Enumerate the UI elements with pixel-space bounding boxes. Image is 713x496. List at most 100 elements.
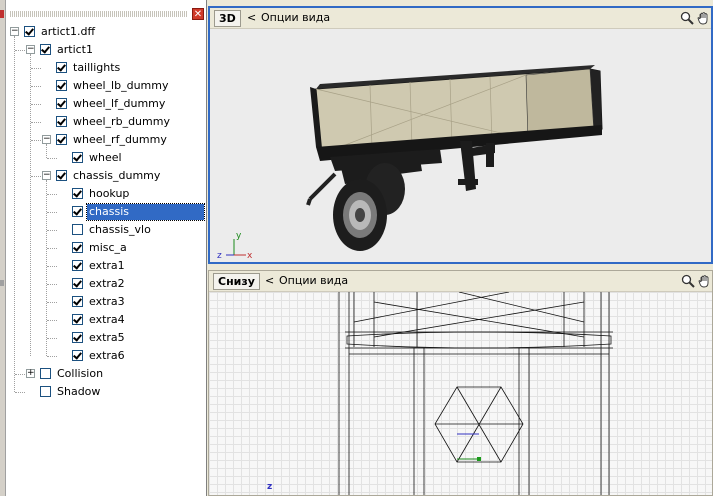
pivot-gizmo — [457, 433, 481, 461]
tree-node-label[interactable]: extra1 — [87, 258, 127, 274]
scene-bottom[interactable]: z — [209, 292, 712, 495]
tree-node-label[interactable]: extra5 — [87, 330, 127, 346]
zoom-icon[interactable] — [680, 11, 694, 25]
collapse-icon[interactable]: − — [42, 171, 51, 180]
axis-label-z: z — [267, 482, 273, 492]
visibility-checkbox[interactable] — [40, 386, 51, 397]
tree-node-label[interactable]: chassis_dummy — [71, 168, 162, 184]
view-options-link[interactable]: Опции вида — [261, 11, 330, 24]
axis-label-x: x — [247, 251, 253, 261]
tree-node-chassis-vlo[interactable]: chassis_vlo — [6, 222, 206, 238]
tree-node-shadow[interactable]: Shadow — [6, 384, 206, 400]
tree-node-artict1[interactable]: − artict1 — [6, 42, 206, 58]
visibility-checkbox[interactable] — [72, 188, 83, 199]
tree-node-label[interactable]: wheel_lf_dummy — [71, 96, 167, 112]
hand-icon[interactable] — [697, 11, 711, 25]
visibility-checkbox[interactable] — [72, 332, 83, 343]
visibility-checkbox[interactable] — [56, 98, 67, 109]
visibility-checkbox[interactable] — [56, 134, 67, 145]
tree-node-artict1-dff[interactable]: − artict1.dff — [6, 24, 206, 40]
tree-guide-line — [47, 284, 57, 285]
wireframe-model — [338, 292, 613, 495]
visibility-checkbox[interactable] — [72, 206, 83, 217]
visibility-checkbox[interactable] — [40, 368, 51, 379]
tree-node-label[interactable]: wheel_rb_dummy — [71, 114, 172, 130]
tree-node-label[interactable]: chassis_vlo — [87, 222, 153, 238]
tree-node-label[interactable]: extra6 — [87, 348, 127, 364]
view-mode-button[interactable]: Снизу — [213, 273, 260, 290]
tree-node-label[interactable]: misc_a — [87, 240, 129, 256]
tree-node-label[interactable]: hookup — [87, 186, 131, 202]
drag-grip[interactable] — [10, 11, 188, 17]
close-icon[interactable]: ✕ — [192, 8, 204, 20]
tree-node-extra1[interactable]: extra1 — [6, 258, 206, 274]
tree-node-label[interactable]: wheel_lb_dummy — [71, 78, 171, 94]
zoom-icon[interactable] — [681, 274, 695, 288]
collapse-icon[interactable]: − — [10, 27, 19, 36]
collapse-icon[interactable]: − — [42, 135, 51, 144]
tree-node-label[interactable]: wheel_rf_dummy — [71, 132, 169, 148]
view-mode-button[interactable]: 3D — [214, 10, 241, 27]
tree-node-wheel[interactable]: wheel — [6, 150, 206, 166]
visibility-checkbox[interactable] — [56, 80, 67, 91]
visibility-checkbox[interactable] — [24, 26, 35, 37]
trailer-model — [226, 65, 603, 256]
tree-node-wheel-lb-dummy[interactable]: wheel_lb_dummy — [6, 78, 206, 94]
tree-node-label[interactable]: Collision — [55, 366, 105, 382]
hand-icon[interactable] — [698, 274, 712, 288]
tree-node-extra2[interactable]: extra2 — [6, 276, 206, 292]
tree-node-chassis[interactable]: chassis — [6, 203, 206, 221]
tree-node-label[interactable]: extra3 — [87, 294, 127, 310]
hierarchy-tree: − artict1.dff − artict1 taillights wheel_lb_d… — [6, 24, 206, 484]
strip-marker — [0, 280, 4, 286]
trailer-body — [310, 65, 603, 161]
tree-node-label[interactable]: Shadow — [55, 384, 102, 400]
tree-node-hookup[interactable]: hookup — [6, 186, 206, 202]
tree-guide-line — [47, 302, 57, 303]
tree-guide-line — [47, 194, 57, 195]
visibility-checkbox[interactable] — [56, 116, 67, 127]
tree-node-label[interactable]: artict1 — [55, 42, 95, 58]
visibility-checkbox[interactable] — [72, 224, 83, 235]
tree-node-label[interactable]: extra4 — [87, 312, 127, 328]
tree-node-extra5[interactable]: extra5 — [6, 330, 206, 346]
view-options-arrow[interactable]: < — [247, 11, 256, 24]
view-options-arrow[interactable]: < — [265, 274, 274, 287]
axis-label-y: y — [236, 231, 242, 241]
expand-icon[interactable]: + — [26, 369, 35, 378]
visibility-checkbox[interactable] — [72, 350, 83, 361]
tree-node-label[interactable]: extra2 — [87, 276, 127, 292]
viewport-3d[interactable]: 3D < Опции вида y z x — [208, 6, 713, 264]
tree-guide-line — [15, 50, 25, 51]
tree-node-label[interactable]: wheel — [87, 150, 124, 166]
visibility-checkbox[interactable] — [40, 44, 51, 55]
tree-node-label[interactable]: taillights — [71, 60, 122, 76]
tree-guide-line — [47, 230, 57, 231]
viewport-bottom[interactable]: Снизу < Опции вида z — [208, 270, 713, 496]
tree-node-label[interactable]: chassis — [86, 203, 205, 221]
visibility-checkbox[interactable] — [72, 260, 83, 271]
tree-node-chassis-dummy[interactable]: − chassis_dummy — [6, 168, 206, 184]
tree-node-label[interactable]: artict1.dff — [39, 24, 97, 40]
tree-node-taillights[interactable]: taillights — [6, 60, 206, 76]
tree-node-collision[interactable]: + Collision — [6, 366, 206, 382]
visibility-checkbox[interactable] — [72, 296, 83, 307]
visibility-checkbox[interactable] — [72, 314, 83, 325]
visibility-checkbox[interactable] — [56, 170, 67, 181]
tree-guide-line — [31, 68, 41, 69]
tree-node-extra3[interactable]: extra3 — [6, 294, 206, 310]
axis-label-z: z — [217, 251, 222, 261]
visibility-checkbox[interactable] — [72, 152, 83, 163]
tree-node-extra4[interactable]: extra4 — [6, 312, 206, 328]
view-options-link[interactable]: Опции вида — [279, 274, 348, 287]
tree-node-wheel-rb-dummy[interactable]: wheel_rb_dummy — [6, 114, 206, 130]
visibility-checkbox[interactable] — [72, 278, 83, 289]
collapse-icon[interactable]: − — [26, 45, 35, 54]
visibility-checkbox[interactable] — [72, 242, 83, 253]
tree-node-wheel-lf-dummy[interactable]: wheel_lf_dummy — [6, 96, 206, 112]
visibility-checkbox[interactable] — [56, 62, 67, 73]
scene-3d[interactable]: y z x — [210, 29, 711, 262]
tree-node-extra6[interactable]: extra6 — [6, 348, 206, 364]
tree-node-misc-a[interactable]: misc_a — [6, 240, 206, 256]
tree-node-wheel-rf-dummy[interactable]: − wheel_rf_dummy — [6, 132, 206, 148]
